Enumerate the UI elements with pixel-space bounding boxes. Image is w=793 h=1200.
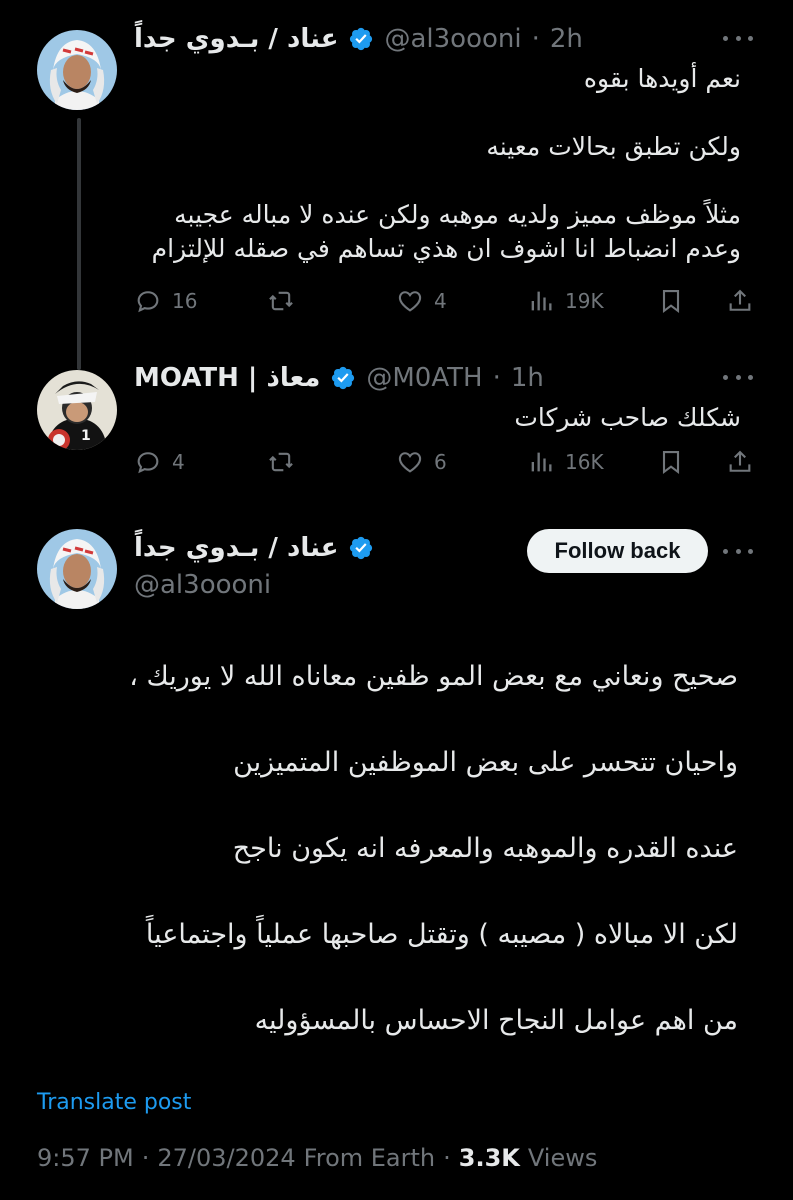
post-source: From Earth	[303, 1144, 436, 1172]
avatar[interactable]	[37, 30, 117, 110]
post-time[interactable]: 9:57 PM	[37, 1144, 134, 1172]
views-label: Views	[527, 1144, 598, 1172]
tweet-line: وعدم انضباط انا اشوف ان هذي تساهم في صقل…	[151, 234, 741, 263]
views-count: 3.3K	[458, 1144, 520, 1172]
tweet-text: نعم أويدها بقوه ولكن تطبق بحالات معينه م…	[134, 62, 741, 266]
reply-icon	[137, 291, 159, 313]
like-icon	[398, 452, 422, 473]
post-line: لكن الا مبالاه ( مصيبه ) وتقتل صاحبها عم…	[145, 919, 738, 950]
display-name[interactable]: عناد / بـدوي جداً	[134, 24, 338, 54]
avatar[interactable]: 1	[37, 370, 117, 450]
like-count: 4	[434, 289, 447, 313]
post-thread: عناد / بـدوي جداً @al3oooni · 2h نعم أوي…	[0, 0, 793, 1200]
tweet-line: نعم أويدها بقوه	[583, 64, 741, 93]
share-button[interactable]	[726, 445, 754, 479]
reply-count: 16	[172, 289, 198, 313]
tweet-header: MOATH | معاذ @M0ATH · 1h	[134, 363, 544, 393]
tweet-line: مثلاً موظف مميز ولديه موهبه ولكن عنده لا…	[174, 200, 741, 229]
post-line: من اهم عوامل النجاح الاحساس بالمسؤوليه	[254, 1005, 738, 1036]
translate-post-link[interactable]: Translate post	[37, 1090, 191, 1115]
thread-connector-line	[77, 118, 81, 370]
views-icon	[531, 452, 552, 472]
tweet-header: عناد / بـدوي جداً @al3oooni · 2h	[134, 24, 583, 54]
bookmark-button[interactable]	[657, 445, 685, 479]
verified-badge-icon	[348, 26, 374, 52]
post-line: واحيان تتحسر على بعض الموظفين المتميزين	[233, 747, 738, 778]
tweet-actions: 4 6 16K	[134, 445, 756, 479]
views-count: 16K	[565, 450, 604, 474]
post-metadata: 9:57 PM · 27/03/2024 From Earth · 3.3K V…	[37, 1144, 597, 1172]
user-handle[interactable]: @M0ATH	[366, 363, 482, 393]
tweet-line: شكلك صاحب شركات	[514, 403, 741, 432]
reply-button[interactable]: 4	[134, 445, 185, 479]
timestamp[interactable]: 1h	[511, 363, 544, 393]
follow-back-button[interactable]: Follow back	[527, 529, 708, 573]
repost-icon	[269, 452, 293, 472]
separator-dot: ·	[141, 1144, 150, 1172]
post-handle-row: @al3oooni	[134, 570, 271, 600]
views-icon	[531, 291, 552, 311]
display-name[interactable]: MOATH | معاذ	[134, 363, 320, 393]
display-name[interactable]: عناد / بـدوي جداً	[134, 533, 338, 563]
more-icon[interactable]	[723, 541, 753, 561]
user-handle[interactable]: @al3oooni	[134, 570, 271, 600]
separator-dot: ·	[492, 363, 501, 393]
views-button[interactable]: 16K	[527, 445, 604, 479]
bookmark-icon	[662, 451, 680, 475]
bookmark-icon	[662, 290, 680, 314]
user-handle[interactable]: @al3oooni	[384, 24, 521, 54]
verified-badge-icon	[330, 365, 356, 391]
repost-button[interactable]	[267, 445, 305, 479]
separator-dot: ·	[443, 1144, 451, 1172]
views-count: 19K	[565, 289, 604, 313]
separator-dot: ·	[531, 24, 540, 54]
tweet-actions: 16 4 19K	[134, 284, 756, 318]
post-date[interactable]: 27/03/2024	[157, 1144, 295, 1172]
bookmark-button[interactable]	[657, 284, 685, 318]
share-icon	[729, 450, 751, 472]
post-line: عنده القدره والموهبه والمعرفه انه يكون ن…	[232, 833, 738, 864]
reply-icon	[137, 452, 159, 474]
reply-button[interactable]: 16	[134, 284, 197, 318]
svg-text:1: 1	[81, 428, 91, 444]
like-count: 6	[434, 450, 447, 474]
repost-icon	[269, 291, 293, 311]
post-author: عناد / بـدوي جداً	[134, 533, 374, 563]
share-button[interactable]	[726, 284, 754, 318]
like-button[interactable]: 6	[396, 445, 447, 479]
tweet-text: شكلك صاحب شركات	[134, 401, 741, 435]
timestamp[interactable]: 2h	[550, 24, 583, 54]
tweet-line: ولكن تطبق بحالات معينه	[486, 132, 741, 161]
share-icon	[729, 289, 751, 311]
views-button[interactable]: 19K	[527, 284, 604, 318]
avatar[interactable]	[37, 529, 117, 609]
post-body: صحيح ونعاني مع بعض المو ظفين معاناه الله…	[36, 655, 738, 1085]
reply-count: 4	[172, 450, 185, 474]
more-icon[interactable]	[723, 28, 753, 48]
repost-button[interactable]	[267, 284, 305, 318]
like-icon	[398, 291, 422, 312]
like-button[interactable]: 4	[396, 284, 447, 318]
post-line: صحيح ونعاني مع بعض المو ظفين معاناه الله…	[129, 661, 738, 692]
verified-badge-icon	[348, 535, 374, 561]
more-icon[interactable]	[723, 367, 753, 387]
